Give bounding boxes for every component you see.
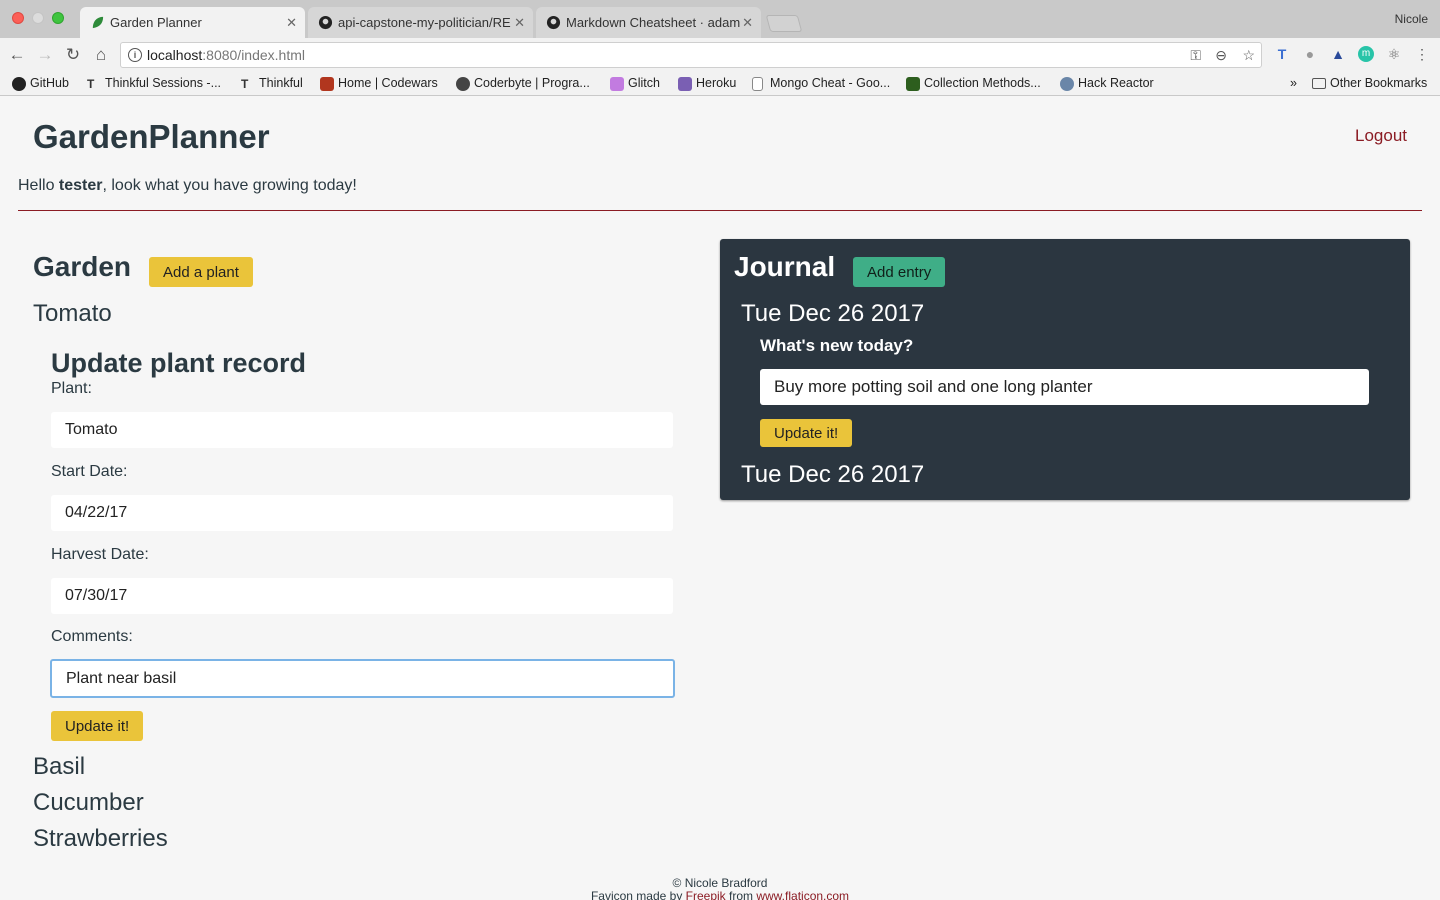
bookmark-thinkful-sessions[interactable]: T Thinkful Sessions -... [87,76,221,91]
journal-entry-date[interactable]: Tue Dec 26 2017 [741,461,924,489]
start-date-input[interactable] [51,495,673,531]
tab-close-icon[interactable]: ✕ [742,7,753,38]
key-icon[interactable]: ⚿ [1190,47,1201,64]
tab-title: Markdown Cheatsheet · adam [566,15,741,30]
journal-question: What's new today? [760,336,914,355]
bookmarks-bar: GitHub T Thinkful Sessions -... T Thinkful… [0,72,1440,96]
tab-garden-planner[interactable]: Garden Planner ✕ [80,7,305,38]
comments-label: Comments: [51,628,133,645]
harvest-date-label: Harvest Date: [51,546,149,563]
plant-item-cucumber[interactable]: Cucumber [33,789,144,817]
github-icon [546,15,561,30]
info-icon[interactable]: i [128,48,142,62]
thinkful-icon: T [87,77,95,91]
journal-panel: Journal Add entry Tue Dec 26 2017 What's… [720,239,1410,500]
glitch-icon [610,77,624,91]
bookmark-thinkful[interactable]: T Thinkful [241,76,303,91]
start-date-label: Start Date: [51,463,128,480]
folder-icon [1312,78,1326,89]
add-entry-button[interactable]: Add entry [853,257,946,287]
harvest-date-input[interactable] [51,578,673,614]
bookmark-heroku[interactable]: Heroku [678,76,736,91]
browser-toolbar: ← → ↻ ⌂ i localhost:8080/index.html ⚿ ⊖ … [0,38,1440,72]
codewars-icon [320,77,334,91]
update-plant-heading: Update plant record [51,348,307,378]
journal-heading: Journal [734,251,836,282]
bookmark-github[interactable]: GitHub [12,76,69,91]
plant-item-strawberries[interactable]: Strawberries [33,825,168,853]
window-maximize-button[interactable] [52,12,64,24]
extension-icon[interactable]: ● [1302,46,1318,62]
home-icon[interactable]: ⌂ [90,44,112,66]
bookmark-star-icon[interactable]: ☆ [1242,47,1255,64]
tab-title: api-capstone-my-politician/RE [338,15,511,30]
bookmark-mongo-cheat[interactable]: Mongo Cheat - Goo... [752,76,890,91]
plant-label: Plant: [51,380,92,397]
leaf-icon [92,16,104,29]
hack-reactor-icon [1060,77,1074,91]
bookmark-hack-reactor[interactable]: Hack Reactor [1060,76,1154,91]
new-tab-button[interactable] [765,15,803,32]
back-arrow-icon[interactable]: ← [6,44,28,66]
github-icon [12,77,26,91]
mongodb-leaf-icon [906,77,920,91]
update-entry-button[interactable]: Update it! [760,419,853,447]
address-bar[interactable]: i localhost:8080/index.html ⚿ ⊖ ☆ [120,42,1262,68]
bookmark-other-bookmarks[interactable]: Other Bookmarks [1312,76,1427,90]
garden-heading: Garden [33,251,132,282]
bookmarks-overflow-icon[interactable]: » [1290,76,1297,90]
add-plant-button[interactable]: Add a plant [149,257,253,287]
logout-link[interactable]: Logout [1355,126,1407,146]
bookmark-codewars[interactable]: Home | Codewars [320,76,438,91]
journal-entry-input[interactable] [760,369,1369,405]
mercury-extension-icon[interactable]: m [1358,46,1374,62]
footer-copyright: © Nicole Bradford [672,876,768,890]
journal-entry-date[interactable]: Tue Dec 26 2017 [741,300,924,328]
footer-credits: Favicon made by Freepik from www.flatico… [0,889,1440,900]
window-minimize-button[interactable] [32,12,44,24]
reload-icon[interactable]: ↻ [62,44,84,66]
forward-arrow-icon[interactable]: → [34,44,56,66]
heroku-icon [678,77,692,91]
plant-item-basil[interactable]: Basil [33,753,85,781]
window-close-button[interactable] [12,12,24,24]
drive-extension-icon[interactable]: ▲ [1330,46,1346,62]
coderbyte-icon [456,77,470,91]
flaticon-link[interactable]: www.flaticon.com [756,889,849,900]
freepik-link[interactable]: Freepik [686,889,726,900]
page-title: GardenPlanner [33,118,270,155]
zoom-icon[interactable]: ⊖ [1215,47,1227,64]
tab-close-icon[interactable]: ✕ [286,7,297,38]
bookmark-glitch[interactable]: Glitch [610,76,660,91]
react-devtools-icon[interactable]: ⚛ [1386,46,1402,62]
github-icon [318,15,333,30]
thinkful-extension-icon[interactable]: T [1274,46,1290,62]
tab-close-icon[interactable]: ✕ [514,7,525,38]
header-divider [18,210,1422,211]
tab-api-capstone[interactable]: api-capstone-my-politician/RE ✕ [308,7,533,38]
url-text[interactable]: localhost:8080/index.html [147,47,305,63]
bookmark-collection-methods[interactable]: Collection Methods... [906,76,1041,91]
username: tester [58,177,103,194]
comments-input[interactable] [50,659,675,698]
tab-markdown-cheatsheet[interactable]: Markdown Cheatsheet · adam ✕ [536,7,761,38]
thinkful-icon: T [241,77,249,91]
bookmark-coderbyte[interactable]: Coderbyte | Progra... [456,76,590,91]
greeting: Hello tester, look what you have growing… [18,177,357,194]
tab-title: Garden Planner [110,15,202,30]
profile-name[interactable]: Nicole [1395,12,1428,26]
update-plant-button[interactable]: Update it! [51,711,144,741]
document-icon [752,77,763,91]
menu-dots-icon[interactable]: ⋮ [1414,46,1430,62]
plant-input[interactable] [51,412,673,448]
browser-titlebar: Garden Planner ✕ api-capstone-my-politic… [0,0,1440,38]
plant-item-tomato[interactable]: Tomato [33,300,112,328]
